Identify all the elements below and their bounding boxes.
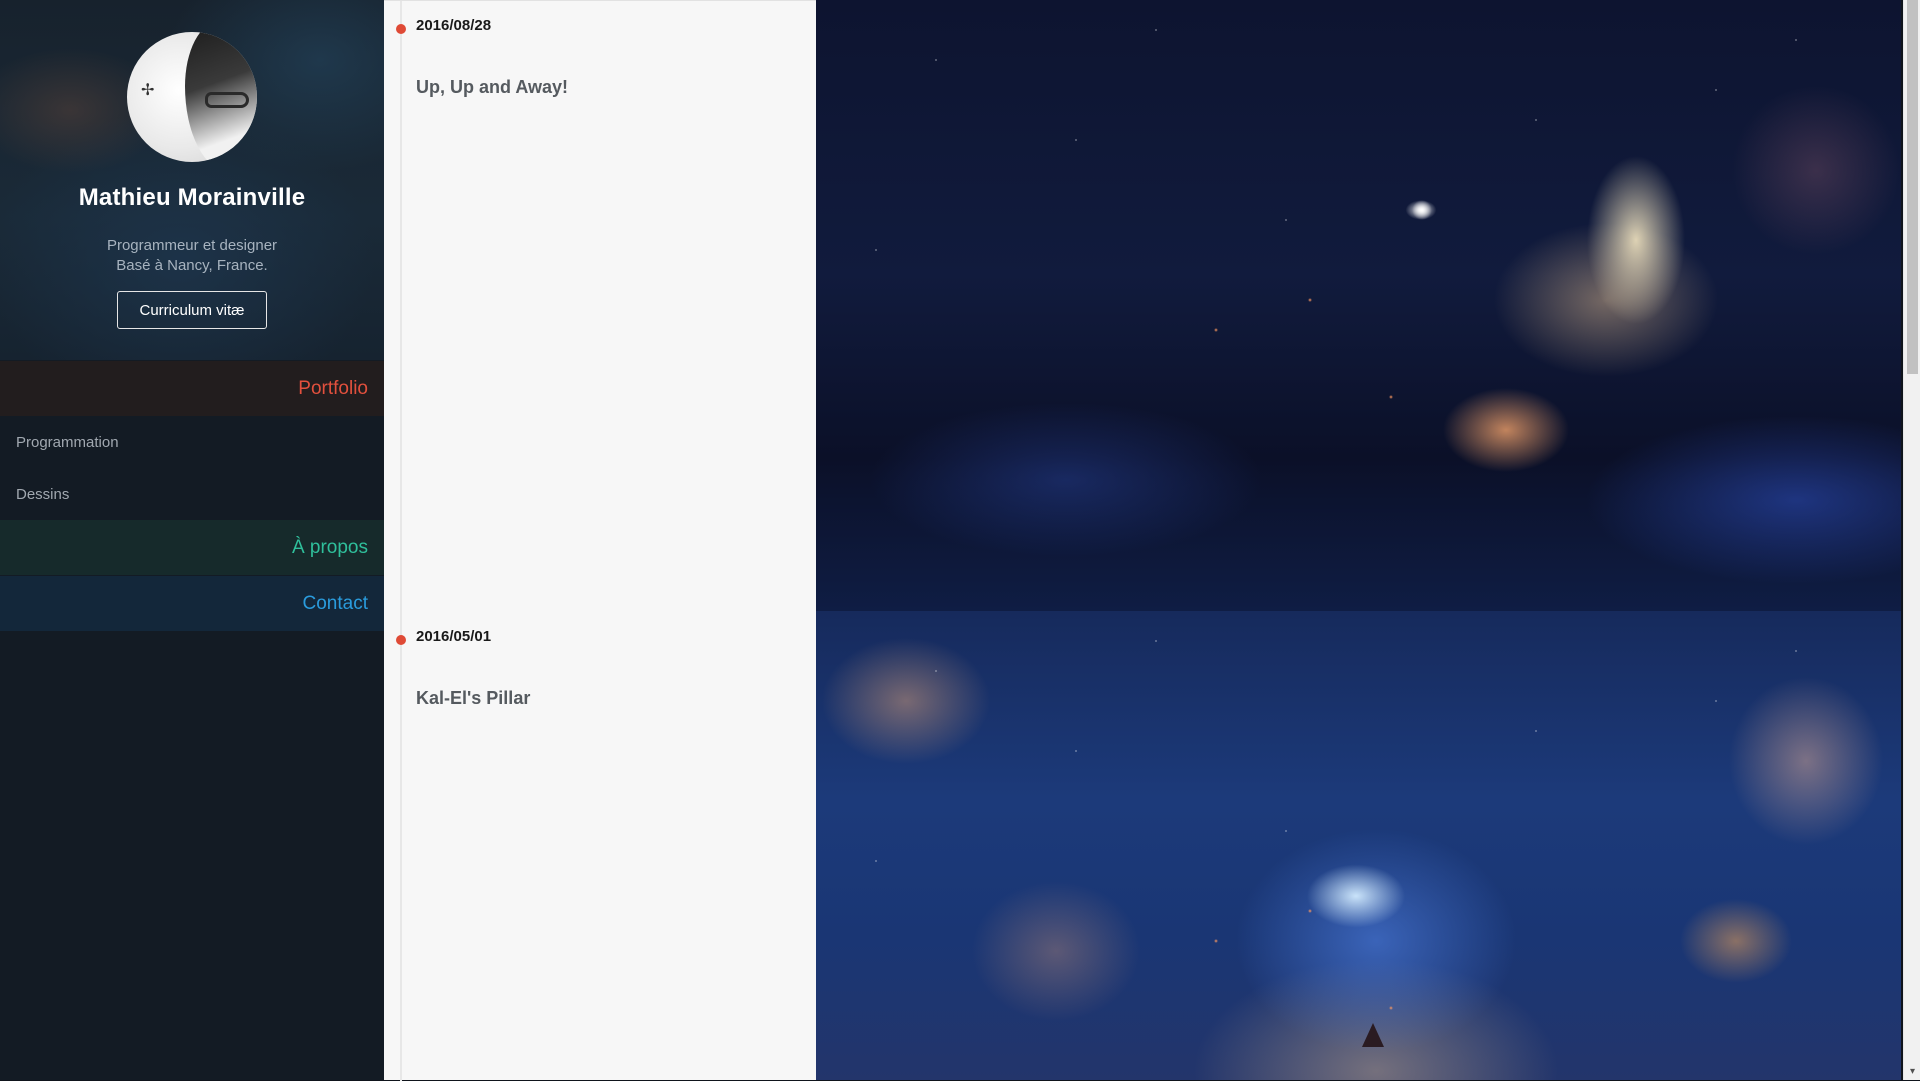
timeline-dot bbox=[396, 635, 406, 645]
light-flare bbox=[1412, 200, 1432, 220]
artwork-kal-els-pillar[interactable] bbox=[816, 611, 1901, 1080]
profile-name: Mathieu Morainville bbox=[78, 184, 306, 211]
caped-figure bbox=[1362, 1023, 1384, 1047]
scrollbar[interactable]: ▾ bbox=[1903, 0, 1920, 1080]
post-date: 2016/08/28 bbox=[416, 17, 492, 34]
nav-contact[interactable]: Contact bbox=[0, 576, 384, 631]
nav-item-programmation[interactable]: Programmation bbox=[0, 417, 384, 467]
avatar: ✢ bbox=[127, 32, 257, 162]
tagline-line-1: Programmeur et designer bbox=[106, 237, 278, 254]
scroll-down-icon[interactable]: ▾ bbox=[1907, 1066, 1918, 1078]
post-title[interactable]: Up, Up and Away! bbox=[416, 77, 568, 98]
post-date: 2016/05/01 bbox=[416, 628, 492, 645]
timeline-dot bbox=[396, 24, 406, 34]
profile-header: ✢ Mathieu Morainville Programmeur et des… bbox=[0, 0, 384, 360]
tagline-line-2: Basé à Nancy, France. bbox=[116, 257, 268, 274]
artwork-up-up-and-away[interactable] bbox=[816, 0, 1901, 611]
nav-item-dessins[interactable]: Dessins bbox=[0, 469, 384, 519]
post-title[interactable]: Kal-El's Pillar bbox=[416, 688, 530, 709]
nav-portfolio[interactable]: Portfolio bbox=[0, 361, 384, 416]
sidebar: ✢ Mathieu Morainville Programmeur et des… bbox=[0, 0, 384, 1080]
timeline: 2016/08/28 Up, Up and Away! 2016/05/01 K… bbox=[384, 0, 816, 1081]
cv-button[interactable]: Curriculum vitæ bbox=[117, 291, 267, 329]
profile-tagline: Programmeur et designer Basé à Nancy, Fr… bbox=[0, 236, 384, 276]
stars-decoration bbox=[816, 0, 1901, 611]
scrollbar-thumb[interactable] bbox=[1907, 0, 1918, 374]
timeline-line bbox=[400, 1, 402, 1081]
stars-decoration bbox=[816, 611, 1901, 1080]
nav-apropos[interactable]: À propos bbox=[0, 520, 384, 575]
